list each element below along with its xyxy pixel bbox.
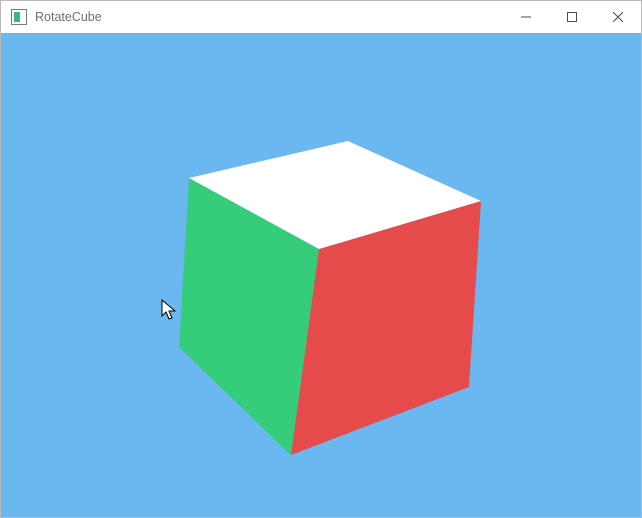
maximize-button[interactable]: [549, 1, 595, 33]
maximize-icon: [567, 12, 577, 22]
minimize-button[interactable]: [503, 1, 549, 33]
app-icon: [11, 9, 27, 25]
titlebar[interactable]: RotateCube: [1, 1, 641, 33]
window-title: RotateCube: [35, 10, 102, 24]
window-controls: [503, 1, 641, 33]
close-icon: [613, 12, 623, 22]
close-button[interactable]: [595, 1, 641, 33]
cube[interactable]: [1, 33, 641, 517]
viewport[interactable]: [1, 33, 641, 517]
minimize-icon: [521, 12, 531, 22]
app-window: RotateCube: [0, 0, 642, 518]
